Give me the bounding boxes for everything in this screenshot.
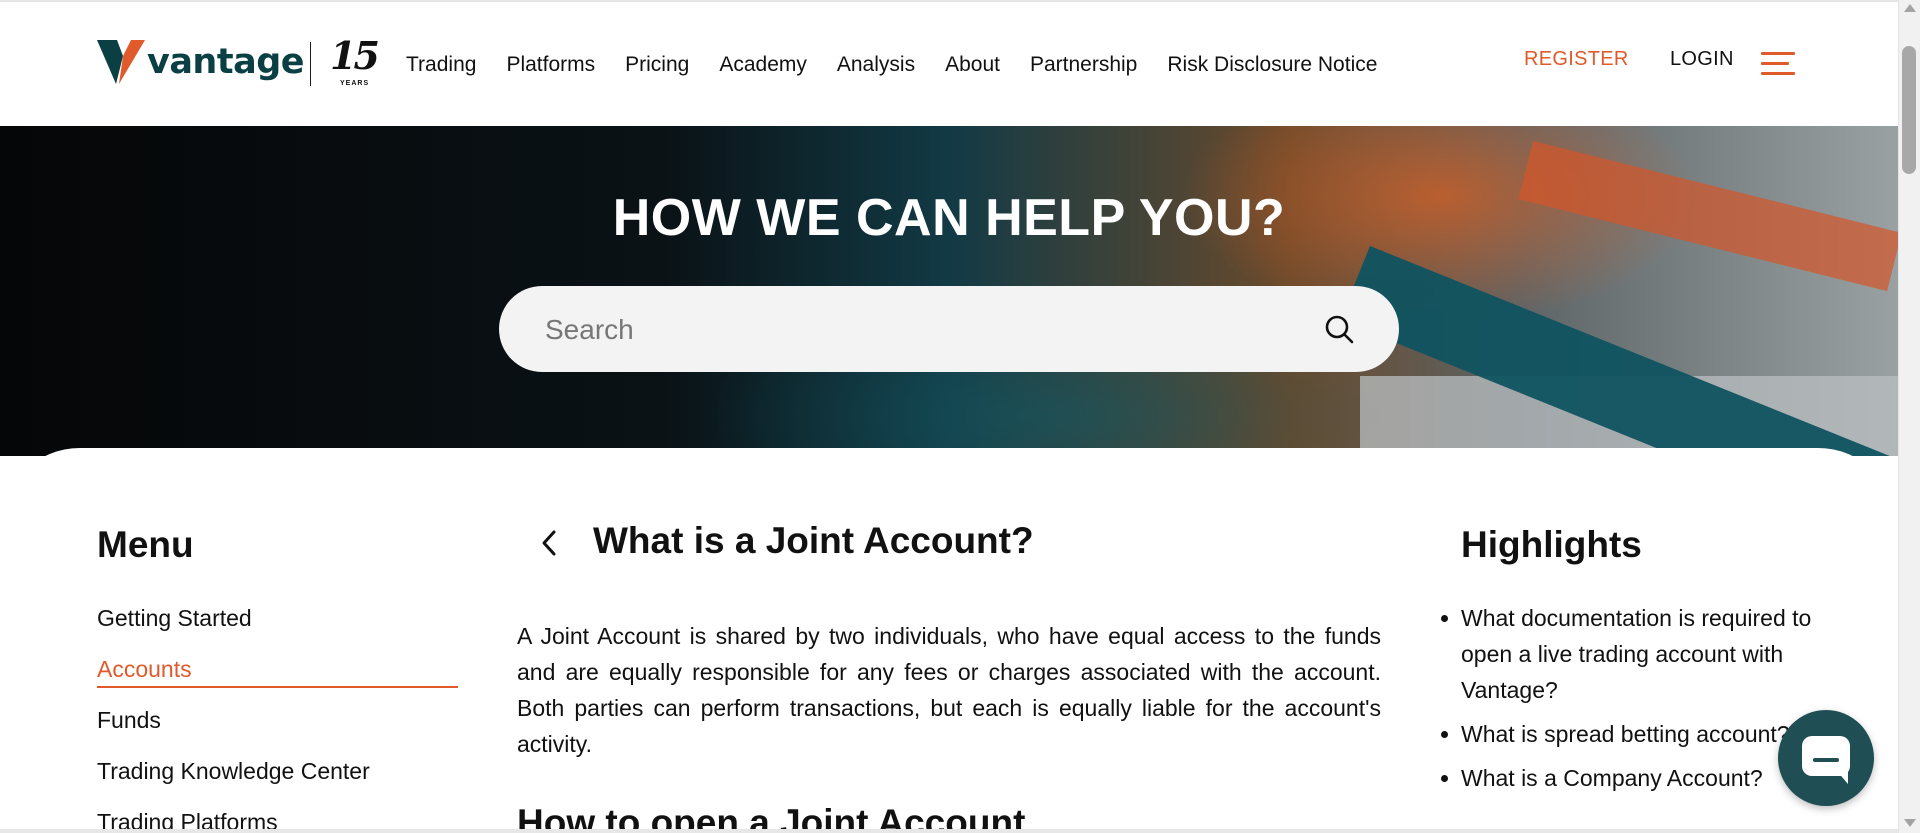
vantage-logo[interactable]: vantage xyxy=(97,40,305,84)
highlight-item[interactable]: What is a Company Account? xyxy=(1441,760,1821,796)
highlights-title: Highlights xyxy=(1461,524,1642,565)
nav-about[interactable]: About xyxy=(945,50,1000,80)
search-bar xyxy=(499,286,1399,372)
active-menu-underline xyxy=(97,686,458,688)
page: vantage 15 YEARS Trading Platforms Prici… xyxy=(0,0,1898,833)
logo-wordmark: vantage xyxy=(147,42,305,82)
hamburger-menu-icon[interactable] xyxy=(1761,52,1795,78)
chat-icon-smile xyxy=(1813,758,1839,762)
nav-academy[interactable]: Academy xyxy=(719,50,807,80)
nav-pricing[interactable]: Pricing xyxy=(625,50,689,80)
menu-item-getting-started[interactable]: Getting Started xyxy=(97,600,457,651)
window-bottom-edge xyxy=(0,829,1898,833)
article-title: What is a Joint Account? xyxy=(593,520,1034,561)
scroll-up-arrow-icon[interactable] xyxy=(1904,4,1916,12)
register-button[interactable]: REGISTER xyxy=(1524,48,1629,71)
highlight-item[interactable]: What is spread betting account? xyxy=(1441,716,1821,752)
scrollbar-thumb[interactable] xyxy=(1902,46,1916,174)
highlight-item[interactable]: What documentation is required to open a… xyxy=(1441,600,1821,708)
nav-risk-disclosure[interactable]: Risk Disclosure Notice xyxy=(1167,50,1377,80)
menu-item-funds[interactable]: Funds xyxy=(97,702,457,753)
chat-icon-tail xyxy=(1836,770,1848,784)
main-nav: Trading Platforms Pricing Academy Analys… xyxy=(406,50,1407,80)
anniversary-badge: 15 YEARS xyxy=(330,33,380,88)
menu-item-trading-knowledge-center[interactable]: Trading Knowledge Center xyxy=(97,753,457,804)
badge-caption: YEARS xyxy=(340,80,370,87)
login-button[interactable]: LOGIN xyxy=(1670,48,1734,71)
logo-divider xyxy=(310,42,311,86)
vantage-logo-mark-icon xyxy=(97,40,145,84)
highlights-list: What documentation is required to open a… xyxy=(1441,600,1821,804)
search-icon[interactable] xyxy=(1323,313,1355,345)
vertical-scrollbar[interactable] xyxy=(1898,0,1920,833)
nav-partnership[interactable]: Partnership xyxy=(1030,50,1137,80)
site-header: vantage 15 YEARS Trading Platforms Prici… xyxy=(0,0,1898,126)
badge-number: 15 xyxy=(330,33,380,78)
article-body: A Joint Account is shared by two individ… xyxy=(517,623,1381,757)
help-menu: Getting Started Accounts Funds Trading K… xyxy=(97,600,457,833)
hero-banner: HOW WE CAN HELP YOU? xyxy=(0,126,1898,456)
menu-title: Menu xyxy=(97,524,194,565)
chat-button[interactable] xyxy=(1778,710,1874,806)
nav-analysis[interactable]: Analysis xyxy=(837,50,915,80)
nav-trading[interactable]: Trading xyxy=(406,50,476,80)
chevron-left-icon[interactable] xyxy=(538,528,560,558)
hero-title: HOW WE CAN HELP YOU? xyxy=(612,189,1286,247)
scroll-down-arrow-icon[interactable] xyxy=(1904,819,1916,827)
nav-platforms[interactable]: Platforms xyxy=(506,50,595,80)
menu-item-accounts[interactable]: Accounts xyxy=(97,651,457,702)
search-input[interactable] xyxy=(543,308,1307,352)
